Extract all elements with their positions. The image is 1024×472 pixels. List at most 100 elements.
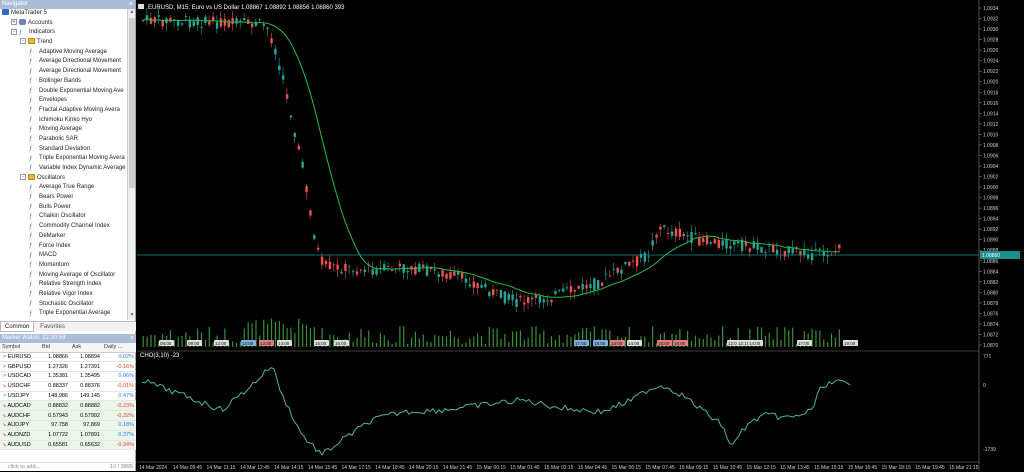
session-label: 14:00 bbox=[278, 341, 290, 346]
candle-body bbox=[546, 300, 549, 302]
tree-item[interactable]: ƒ Bulls Power bbox=[0, 203, 127, 213]
candle-body bbox=[169, 17, 172, 22]
table-row[interactable]: ↗ EURUSD 1.08866 1.08894 0.02% bbox=[0, 352, 136, 363]
time-tick-label: 15 Mar 09:15 bbox=[679, 465, 709, 471]
tree-item[interactable]: ƒ Average Directional Movement bbox=[0, 57, 127, 67]
tree-item[interactable]: ƒ Momentum bbox=[0, 261, 127, 271]
tree-item[interactable]: ƒ MACD bbox=[0, 251, 127, 261]
tree-item[interactable]: ƒ Commodity Channel Index bbox=[0, 222, 127, 232]
column-header-daily[interactable]: Daily ... bbox=[102, 343, 136, 353]
column-header-symbol[interactable]: Symbol bbox=[0, 343, 40, 353]
table-row[interactable]: ↘ AUDUSD 0.65581 0.65632 -0.34% bbox=[0, 440, 136, 451]
tree-item[interactable]: ƒ Average Directional Movement bbox=[0, 67, 127, 77]
tree-item[interactable]: - Trend bbox=[0, 38, 127, 48]
tree-item[interactable]: MetaTrader 5 bbox=[0, 9, 127, 19]
tree-item[interactable]: ƒ Variable Index Dynamic Average bbox=[0, 164, 127, 174]
bid-cell: 1.08866 bbox=[40, 352, 70, 363]
tree-item[interactable]: ƒ Stochastic Oscillator bbox=[0, 300, 127, 310]
symbol-name: USDCHF bbox=[7, 383, 31, 390]
candle-body bbox=[177, 20, 180, 26]
collapse-icon[interactable]: - bbox=[20, 174, 26, 181]
tree-item[interactable]: ƒ Moving Average bbox=[0, 125, 127, 135]
symbol-cell: ↗ USDJPY bbox=[0, 391, 40, 402]
close-icon[interactable]: × bbox=[130, 334, 134, 343]
table-row[interactable]: ↘ AUDJPY 97.758 97.869 0.18% bbox=[0, 420, 136, 431]
symbol-name: USDCAD bbox=[7, 373, 31, 380]
tree-item[interactable]: ƒ Relative Vigor Index bbox=[0, 290, 127, 300]
chart-menu-icon[interactable] bbox=[138, 4, 144, 9]
navigator-scrollbar[interactable]: ▲ ▼ bbox=[127, 9, 135, 320]
tree-item[interactable]: - Oscillators bbox=[0, 174, 127, 184]
candle-body bbox=[655, 234, 658, 238]
column-header-bid[interactable]: Bid bbox=[40, 343, 70, 353]
tree-item[interactable]: - ƒ Indicators bbox=[0, 28, 127, 38]
candle-body bbox=[340, 271, 343, 274]
candle-body bbox=[336, 264, 339, 270]
collapse-icon[interactable]: - bbox=[20, 38, 26, 45]
tree-item[interactable]: ƒ Fractal Adaptive Moving Avera bbox=[0, 106, 127, 116]
tree-item[interactable]: ƒ Envelopes bbox=[0, 96, 127, 106]
tree-item[interactable]: ƒ Triple Exponential Average bbox=[0, 309, 127, 319]
volume-bar bbox=[776, 327, 778, 347]
column-header-ask[interactable]: Ask bbox=[70, 343, 102, 353]
add-symbol-row[interactable]: click to add... 10 / 3895 bbox=[0, 462, 136, 471]
price-chart[interactable]: 08:00 09:00 12:00 13:00 13:30 14:00 15:00 16:00… bbox=[137, 0, 1024, 471]
tree-item[interactable]: ƒ Double Exponential Moving Ave bbox=[0, 87, 127, 97]
candle-body bbox=[219, 18, 223, 27]
scroll-down-icon[interactable]: ▼ bbox=[128, 312, 136, 320]
tree-item[interactable]: ƒ Parabolic SAR bbox=[0, 135, 127, 145]
tree-item[interactable]: ƒ Triple Exponential Moving Avera bbox=[0, 154, 127, 164]
tree-item[interactable]: ƒ Force Index bbox=[0, 242, 127, 252]
tree-item[interactable]: ƒ Ichimoku Kinko Hyo bbox=[0, 116, 127, 126]
tree-item[interactable]: ƒ Relative Strength Index bbox=[0, 280, 127, 290]
tree-item[interactable]: ƒ Bollinger Bands bbox=[0, 77, 127, 87]
scroll-thumb[interactable] bbox=[129, 18, 135, 188]
table-row[interactable]: ↗ GBPUSD 1.27326 1.27391 -0.16% bbox=[0, 361, 136, 373]
bid-cell: 1.07722 bbox=[40, 430, 70, 441]
volume-bar bbox=[834, 337, 837, 347]
candle-body bbox=[422, 264, 425, 268]
candle-body bbox=[565, 287, 569, 289]
volume-bar bbox=[694, 335, 697, 347]
table-row[interactable]: ↗ USDCAD 1.35381 1.35495 0.06% bbox=[0, 371, 136, 382]
indicator-icon: ƒ bbox=[29, 184, 33, 191]
tree-item[interactable]: ƒ DeMarker bbox=[0, 232, 127, 242]
volume-bar bbox=[438, 335, 440, 347]
tree-item[interactable]: ƒ Chaikin Oscillator bbox=[0, 212, 127, 222]
volume-bar bbox=[815, 330, 817, 347]
session-label: 18:00 bbox=[594, 341, 606, 346]
add-symbol-placeholder[interactable]: click to add... bbox=[8, 464, 40, 470]
tab-common[interactable]: Common bbox=[0, 322, 35, 332]
tab-favorites[interactable]: Favorites bbox=[36, 322, 69, 332]
collapse-icon[interactable]: - bbox=[11, 28, 17, 35]
tree-item[interactable]: ƒ Average True Range bbox=[0, 183, 127, 193]
price-tick-label: 1.0882 bbox=[983, 280, 999, 286]
candle-body bbox=[772, 245, 775, 253]
candle-body bbox=[289, 115, 293, 118]
session-label: 13:30 bbox=[260, 341, 272, 346]
candle-body bbox=[729, 246, 732, 249]
table-row[interactable]: ↘ AUDCHF 0.57943 0.57992 -0.32% bbox=[0, 410, 136, 422]
tree-item-label: Ichimoku Kinko Hyo bbox=[39, 116, 93, 123]
table-row[interactable]: ↗ USDJPY 148.986 149.145 0.47% bbox=[0, 391, 136, 402]
tree-item[interactable]: ƒ Standard Deviation bbox=[0, 145, 127, 155]
indicator-icon: ƒ bbox=[29, 233, 33, 240]
tree-item[interactable]: ƒ Moving Average of Oscillator bbox=[0, 271, 127, 281]
table-row[interactable]: ↘ USDCHF 0.88337 0.88376 -0.01% bbox=[0, 381, 136, 392]
tree-item[interactable]: ƒ Adaptive Moving Average bbox=[0, 48, 127, 58]
chart-window[interactable]: 08:00 09:00 12:00 13:00 13:30 14:00 15:00 16:00… bbox=[137, 0, 1024, 471]
candle-body bbox=[262, 24, 265, 27]
tree-item-label: Momentum bbox=[39, 261, 70, 268]
close-icon[interactable]: × bbox=[129, 0, 133, 9]
time-tick-label: 14 Mar 17:15 bbox=[342, 465, 372, 471]
price-tick-label: 1.0932 bbox=[983, 17, 999, 23]
table-row[interactable]: ↘ AUDNZD 1.07722 1.07891 0.37% bbox=[0, 430, 136, 441]
tree-item[interactable]: ƒ Bears Power bbox=[0, 193, 127, 203]
volume-bar bbox=[508, 342, 510, 347]
candle-body bbox=[608, 275, 612, 277]
table-row[interactable]: ↘ AUDCAD 0.88832 0.88882 -0.23% bbox=[0, 400, 136, 412]
tree-item[interactable]: + Accounts bbox=[0, 19, 127, 29]
indicator-icon: ƒ bbox=[29, 301, 33, 308]
expand-icon[interactable]: + bbox=[11, 19, 17, 26]
scroll-up-icon[interactable]: ▲ bbox=[128, 9, 136, 17]
